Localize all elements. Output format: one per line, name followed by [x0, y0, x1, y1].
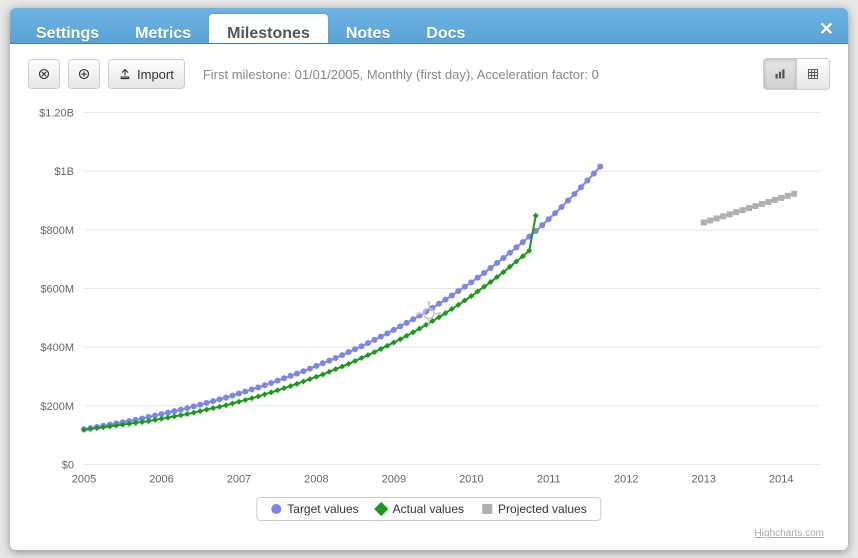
table-icon: [807, 68, 819, 80]
svg-text:2014: 2014: [769, 474, 793, 486]
svg-text:$0: $0: [62, 460, 74, 472]
svg-text:2011: 2011: [537, 474, 561, 486]
legend-label: Target values: [287, 502, 358, 516]
legend-label: Projected values: [498, 502, 587, 516]
tab-bar: Settings Metrics Milestones Notes Docs ✕: [10, 8, 848, 44]
legend-item-target[interactable]: Target values: [271, 502, 358, 516]
toolbar: Import First milestone: 01/01/2005, Mont…: [10, 44, 848, 96]
svg-text:2008: 2008: [304, 474, 328, 486]
chart-icon: [774, 68, 786, 80]
legend-label: Actual values: [393, 502, 464, 516]
line-chart: $0 $200M $400M $600M $800M $1B $1.20B 2005 2006…: [28, 100, 830, 545]
svg-text:$800M: $800M: [40, 225, 74, 237]
tab-notes[interactable]: Notes: [328, 14, 408, 43]
view-toggle: [763, 58, 830, 90]
delete-icon: [38, 68, 50, 80]
table-view-button[interactable]: [796, 59, 829, 89]
svg-text:2012: 2012: [614, 474, 638, 486]
legend-swatch-icon: [375, 502, 389, 516]
tab-settings[interactable]: Settings: [18, 14, 117, 43]
chart-view-button[interactable]: [764, 59, 796, 89]
svg-text:2006: 2006: [149, 474, 173, 486]
svg-text:2007: 2007: [227, 474, 251, 486]
tab-docs[interactable]: Docs: [408, 14, 483, 43]
tab-metrics[interactable]: Metrics: [117, 14, 209, 43]
svg-text:2009: 2009: [382, 474, 406, 486]
delete-button[interactable]: [28, 59, 60, 89]
legend-item-projected[interactable]: Projected values: [482, 502, 587, 516]
svg-text:2013: 2013: [692, 474, 716, 486]
svg-text:$400M: $400M: [40, 342, 74, 354]
upload-icon: [119, 68, 131, 80]
svg-text:2010: 2010: [459, 474, 483, 486]
import-label: Import: [137, 67, 174, 82]
tab-milestones[interactable]: Milestones: [209, 14, 328, 43]
legend-swatch-icon: [271, 504, 281, 514]
svg-text:$600M: $600M: [40, 284, 74, 296]
modal-window: Settings Metrics Milestones Notes Docs ✕…: [10, 8, 848, 550]
svg-text:$1.20B: $1.20B: [39, 108, 74, 120]
legend-item-actual[interactable]: Actual values: [377, 502, 464, 516]
chart-legend: Target values Actual values Projected va…: [256, 497, 601, 521]
svg-text:$200M: $200M: [40, 401, 74, 413]
svg-text:2005: 2005: [72, 474, 96, 486]
import-button[interactable]: Import: [108, 59, 185, 89]
svg-text:$1B: $1B: [54, 166, 74, 178]
chart-area: $0 $200M $400M $600M $800M $1B $1.20B 2005 2006…: [10, 96, 848, 550]
milestone-status-text: First milestone: 01/01/2005, Monthly (fi…: [203, 67, 755, 82]
legend-swatch-icon: [482, 504, 492, 514]
close-icon[interactable]: ✕: [819, 19, 834, 40]
add-button[interactable]: [68, 59, 100, 89]
add-icon: [78, 68, 90, 80]
chart-credit-link[interactable]: Highcharts.com: [755, 528, 824, 539]
